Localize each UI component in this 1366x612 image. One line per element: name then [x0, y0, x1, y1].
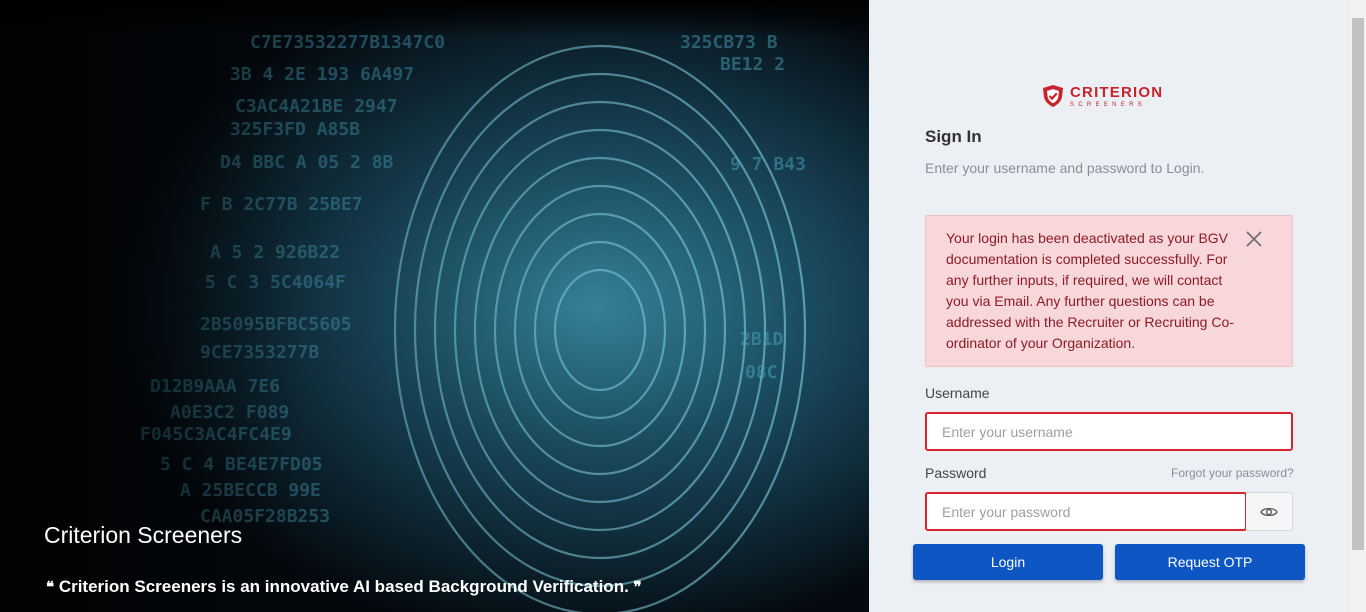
page-title: Sign In — [925, 127, 982, 146]
hero-tagline: ❝ Criterion Screeners is an innovative A… — [46, 577, 642, 597]
request-otp-button[interactable]: Request OTP — [1115, 544, 1305, 580]
scrollbar-thumb[interactable] — [1352, 18, 1364, 550]
deactivation-alert: Your login has been deactivated as your … — [925, 215, 1293, 367]
hero-title: Criterion Screeners — [44, 522, 243, 548]
username-input[interactable] — [925, 412, 1293, 451]
toggle-password-visibility-button[interactable] — [1246, 492, 1293, 531]
shield-check-icon — [1043, 85, 1063, 107]
eye-icon — [1260, 507, 1278, 516]
username-label: Username — [925, 385, 990, 401]
password-label: Password — [925, 465, 987, 481]
forgot-password-link[interactable]: Forgot your password? — [1171, 466, 1294, 480]
alert-message: Your login has been deactivated as your … — [946, 230, 1234, 351]
hero-panel: C7E73532277B1347C0 3B 4 2E 193 6A497 C3A… — [0, 0, 869, 612]
password-input[interactable] — [925, 492, 1247, 531]
login-button[interactable]: Login — [913, 544, 1103, 580]
logo-main-text: CRITERION — [1070, 83, 1164, 101]
hero-tagline-text: Criterion Screeners is an innovative AI … — [58, 577, 629, 596]
logo-wordmark: CRITERION SCREENERS — [1070, 85, 1163, 108]
quote-open-icon: ❝ — [46, 578, 55, 596]
page-subtitle: Enter your username and password to Logi… — [925, 160, 1205, 176]
quote-close-icon: ❞ — [633, 578, 642, 596]
close-icon[interactable] — [1244, 229, 1264, 249]
fingerprint-background-image: C7E73532277B1347C0 3B 4 2E 193 6A497 C3A… — [0, 0, 869, 612]
page-scrollbar[interactable] — [1350, 0, 1366, 612]
brand-logo: CRITERION SCREENERS — [1042, 84, 1163, 108]
logo-sub-text: SCREENERS — [1070, 101, 1147, 108]
